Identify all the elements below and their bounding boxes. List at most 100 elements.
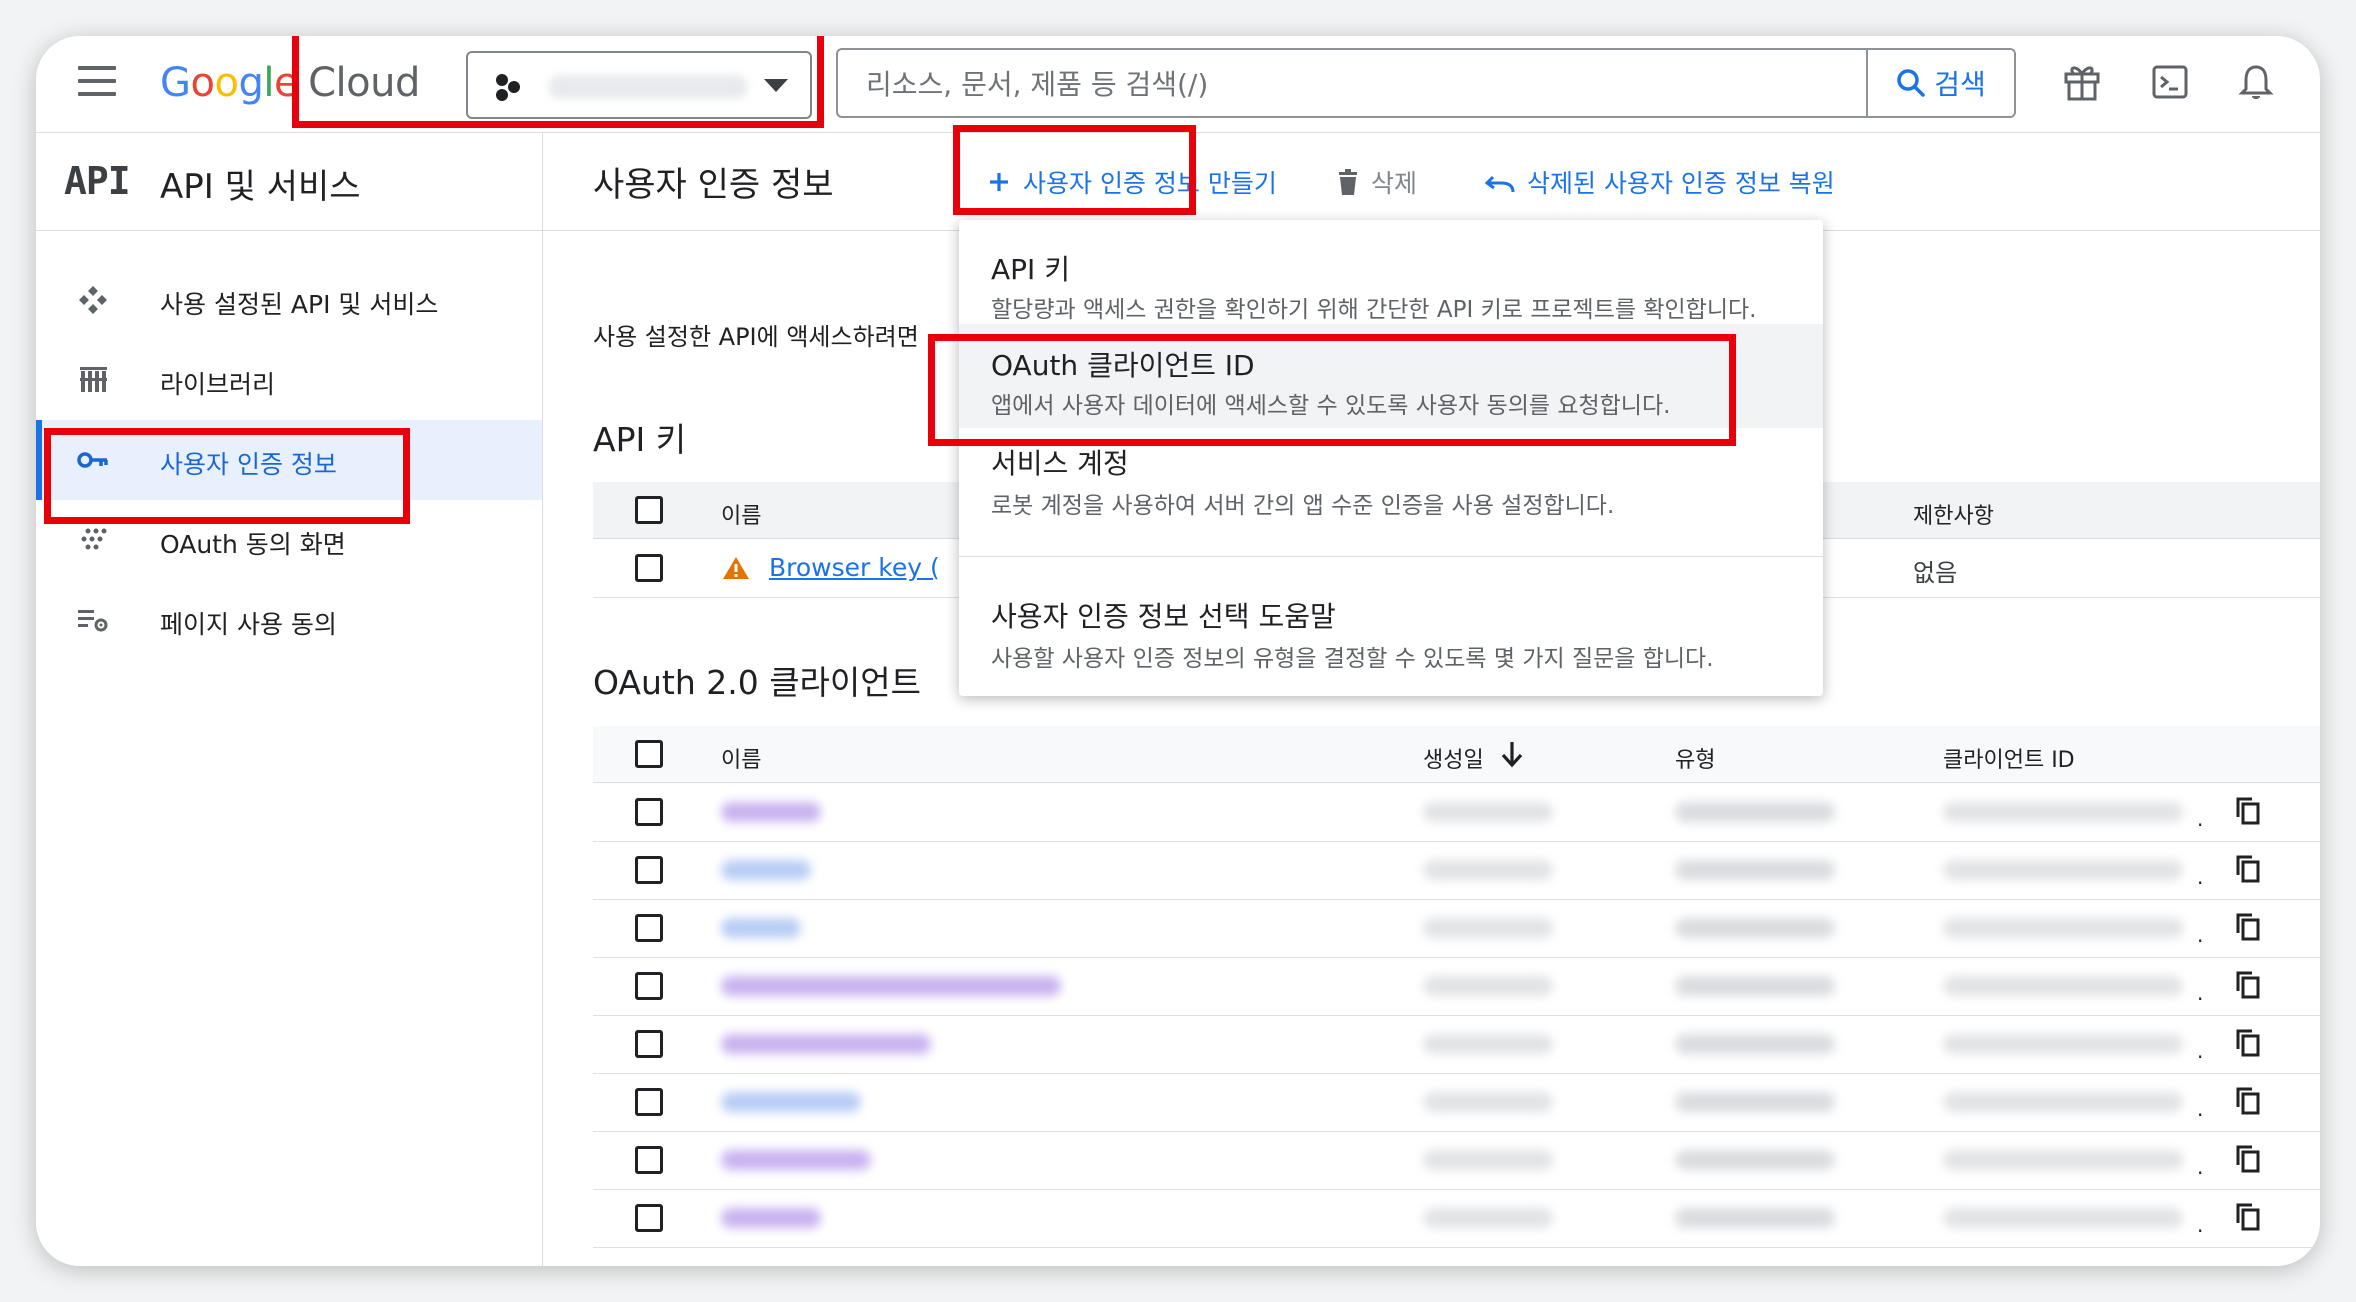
column-header-name: 이름 <box>721 748 762 773</box>
client-id-suffix: . <box>2197 1155 2204 1179</box>
type-redacted <box>1675 802 1835 822</box>
api-keys-heading: API 키 <box>593 420 687 459</box>
copy-icon[interactable] <box>2235 970 2261 1000</box>
select-all-checkbox[interactable] <box>635 740 663 768</box>
search-button-label: 검색 <box>1934 68 1986 101</box>
table-row: . <box>593 1189 2320 1248</box>
column-header-type: 유형 <box>1675 748 1716 773</box>
copy-icon[interactable] <box>2235 1202 2261 1232</box>
created-date-redacted <box>1423 802 1553 822</box>
sidebar: API API 및 서비스 사용 설정된 API 및 서비스 라이브러리 사용자… <box>36 133 543 1266</box>
row-checkbox[interactable] <box>635 554 663 582</box>
table-row: . <box>593 783 2320 842</box>
row-checkbox[interactable] <box>635 972 663 1000</box>
row-checkbox[interactable] <box>635 1088 663 1116</box>
copy-icon[interactable] <box>2235 1028 2261 1058</box>
client-name-redacted[interactable] <box>721 802 821 822</box>
created-date-redacted <box>1423 1092 1553 1112</box>
restrictions-value: 없음 <box>1913 559 1958 587</box>
type-redacted <box>1675 918 1835 938</box>
created-date-redacted <box>1423 918 1553 938</box>
row-checkbox[interactable] <box>635 798 663 826</box>
type-redacted <box>1675 976 1835 996</box>
copy-icon[interactable] <box>2235 796 2261 826</box>
oauth-dots-icon <box>76 524 110 556</box>
table-row: . <box>593 957 2320 1016</box>
created-date-redacted <box>1423 976 1553 996</box>
menu-item-title: 사용자 인증 정보 선택 도움말 <box>991 600 1336 633</box>
copy-icon[interactable] <box>2235 1144 2261 1174</box>
app-window: GoogleCloud 검색 <box>36 36 2320 1266</box>
sidebar-item-enabled-apis[interactable]: 사용 설정된 API 및 서비스 <box>36 260 542 340</box>
row-checkbox[interactable] <box>635 1146 663 1174</box>
delete-button[interactable]: 삭제 <box>1337 164 1417 200</box>
row-checkbox[interactable] <box>635 914 663 942</box>
type-redacted <box>1675 1034 1835 1054</box>
client-id-suffix: . <box>2197 981 2204 1005</box>
select-all-checkbox[interactable] <box>635 496 663 524</box>
client-name-redacted[interactable] <box>721 1150 871 1170</box>
menu-item-description: 할당량과 액세스 권한을 확인하기 위해 간단한 API 키로 프로젝트를 확인… <box>991 297 1757 323</box>
api-product-icon: API <box>64 159 131 203</box>
menu-item-service-account[interactable]: 서비스 계정 로봇 계정을 사용하여 서버 간의 앱 수준 인증을 사용 설정합… <box>959 428 1823 556</box>
type-redacted <box>1675 860 1835 880</box>
table-row: . <box>593 899 2320 958</box>
created-date-redacted <box>1423 860 1553 880</box>
client-id-suffix: . <box>2197 923 2204 947</box>
client-id-suffix: . <box>2197 1213 2204 1237</box>
action-bar: 사용자 인증 정보 사용자 인증 정보 만들기 삭제 삭제된 사용자 인증 정보… <box>543 125 2320 231</box>
library-icon <box>76 364 110 396</box>
column-header-created[interactable]: 생성일 <box>1423 742 1484 774</box>
search-input[interactable] <box>864 62 1868 106</box>
cloud-shell-icon[interactable] <box>2146 58 2194 106</box>
menu-item-help-choose[interactable]: 사용자 인증 정보 선택 도움말 사용할 사용자 인증 정보의 유형을 결정할 … <box>959 557 1823 696</box>
column-header-client-id: 클라이언트 ID <box>1943 748 2075 773</box>
copy-icon[interactable] <box>2235 912 2261 942</box>
notifications-icon[interactable] <box>2232 58 2280 106</box>
gift-icon[interactable] <box>2058 58 2106 106</box>
client-id-suffix: . <box>2197 865 2204 889</box>
oauth-clients-heading: OAuth 2.0 클라이언트 <box>593 663 921 702</box>
delete-label: 삭제 <box>1371 169 1418 198</box>
client-name-redacted[interactable] <box>721 860 811 880</box>
api-key-link[interactable]: Browser key ( <box>769 553 940 582</box>
sidebar-header: API API 및 서비스 <box>36 133 542 231</box>
client-name-redacted[interactable] <box>721 1092 861 1112</box>
sidebar-item-label: 페이지 사용 동의 <box>160 610 337 639</box>
column-header-name: 이름 <box>721 504 762 529</box>
row-checkbox[interactable] <box>635 1030 663 1058</box>
sort-descending-arrow-icon[interactable] <box>1499 740 1525 768</box>
column-header-restrictions: 제한사항 <box>1913 504 1994 529</box>
sidebar-item-oauth-consent[interactable]: OAuth 동의 화면 <box>36 500 542 580</box>
created-date-redacted <box>1423 1208 1553 1228</box>
client-id-suffix: . <box>2197 1039 2204 1063</box>
client-id-redacted <box>1943 860 2183 880</box>
client-id-redacted <box>1943 1092 2183 1112</box>
search-bar: 검색 <box>836 48 2016 118</box>
client-id-redacted <box>1943 802 2183 822</box>
client-name-redacted[interactable] <box>721 1034 931 1054</box>
undo-icon <box>1485 175 1515 193</box>
menu-item-description: 사용할 사용자 인증 정보의 유형을 결정할 수 있도록 몇 가지 질문을 합니… <box>991 646 1714 672</box>
page-title: 사용자 인증 정보 <box>593 165 834 205</box>
client-name-redacted[interactable] <box>721 918 801 938</box>
menu-item-api-key[interactable]: API 키 할당량과 액세스 권한을 확인하기 위해 간단한 API 키로 프로… <box>959 220 1823 324</box>
type-redacted <box>1675 1208 1835 1228</box>
table-row: . <box>593 1073 2320 1132</box>
copy-icon[interactable] <box>2235 1086 2261 1116</box>
created-date-redacted <box>1423 1150 1553 1170</box>
client-name-redacted[interactable] <box>721 1208 821 1228</box>
table-row: . <box>593 1015 2320 1074</box>
row-checkbox[interactable] <box>635 856 663 884</box>
sidebar-item-page-usage[interactable]: 페이지 사용 동의 <box>36 580 542 660</box>
client-name-redacted[interactable] <box>721 976 1061 996</box>
search-button[interactable]: 검색 <box>1866 50 2014 116</box>
sidebar-item-library[interactable]: 라이브러리 <box>36 340 542 420</box>
search-icon <box>1897 69 1925 97</box>
main-menu-icon[interactable] <box>78 66 116 102</box>
restore-deleted-credentials-button[interactable]: 삭제된 사용자 인증 정보 복원 <box>1485 164 1835 200</box>
copy-icon[interactable] <box>2235 854 2261 884</box>
row-checkbox[interactable] <box>635 1204 663 1232</box>
settings-list-icon <box>76 604 110 636</box>
highlight-create-button <box>953 125 1196 215</box>
